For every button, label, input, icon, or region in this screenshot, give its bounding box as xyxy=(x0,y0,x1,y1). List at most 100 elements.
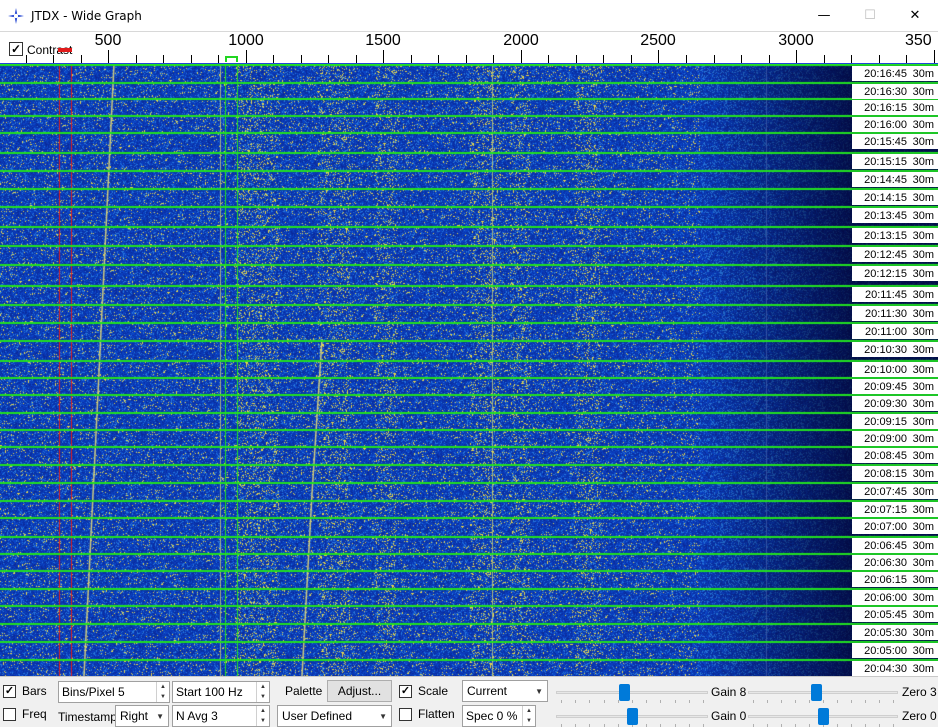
timestamp-row: 20:05:00 30m xyxy=(852,643,938,658)
slider-tick xyxy=(575,700,576,703)
timestamp-combo[interactable]: Right ▼ xyxy=(115,705,169,727)
slider-thumb[interactable] xyxy=(811,684,822,701)
slider-tick xyxy=(561,700,562,703)
contrast-checkbox[interactable]: ✓ xyxy=(9,42,23,56)
waterfall-canvas[interactable] xyxy=(0,64,938,676)
major-tick xyxy=(521,50,522,63)
minor-tick xyxy=(163,55,164,63)
timestamp-row: 20:16:45 30m xyxy=(852,66,938,81)
freq-checkbox[interactable] xyxy=(3,707,16,721)
slider-tick xyxy=(851,700,852,703)
timestamp-band: 30m xyxy=(912,135,934,148)
freq-toggle[interactable]: Freq xyxy=(3,707,47,721)
zero-top-slider[interactable] xyxy=(748,682,898,703)
timestamp-band: 30m xyxy=(912,267,934,280)
timestamp-row: 20:06:30 30m xyxy=(852,555,938,570)
minimize-button[interactable]: — xyxy=(801,0,847,31)
spin-arrows-icon[interactable]: ▲ ▼ xyxy=(156,682,169,702)
start-hz-spinbox[interactable]: Start 100 Hz ▲ ▼ xyxy=(172,681,270,703)
timestamp-band: 30m xyxy=(912,449,934,462)
minor-tick xyxy=(328,55,329,63)
rx-frequency-marker[interactable] xyxy=(225,56,238,62)
timestamp-band: 30m xyxy=(912,539,934,552)
gain-top-slider[interactable] xyxy=(556,682,708,703)
timestamp-band: 30m xyxy=(912,573,934,586)
slider-track[interactable] xyxy=(748,691,898,694)
timestamp-time: 20:11:30 xyxy=(864,307,907,320)
close-icon: ✕ xyxy=(909,8,921,23)
timestamp-row: 20:12:15 30m xyxy=(852,266,938,281)
chevron-down-icon: ▼ xyxy=(379,712,387,721)
scale-tick-label: 3000 xyxy=(778,32,814,49)
timestamp-time: 20:11:45 xyxy=(864,288,907,301)
timestamp-row: 20:14:45 30m xyxy=(852,172,938,187)
zero-bottom-slider[interactable] xyxy=(748,706,898,727)
timestamp-value: Right xyxy=(120,709,149,723)
slider-thumb[interactable] xyxy=(619,684,630,701)
spin-arrows-icon[interactable]: ▲ ▼ xyxy=(256,682,269,702)
timestamp-band: 30m xyxy=(912,556,934,569)
timestamp-time: 20:09:45 xyxy=(864,380,907,393)
spin-arrows-icon[interactable]: ▲ ▼ xyxy=(256,706,269,726)
timestamp-time: 20:08:15 xyxy=(864,467,907,480)
scale-toggle[interactable]: ✓ Scale xyxy=(399,684,448,698)
timestamp-row: 20:16:00 30m xyxy=(852,117,938,132)
timestamp-row: 20:16:15 30m xyxy=(852,100,938,115)
scale-label: Scale xyxy=(418,684,449,698)
bars-toggle[interactable]: ✓ Bars xyxy=(3,684,47,698)
spectrum-mode-combo[interactable]: Current ▼ xyxy=(462,680,548,702)
timestamp-row: 20:13:15 30m xyxy=(852,228,938,243)
spec-percent-spinbox[interactable]: Spec 0 % ▲ ▼ xyxy=(462,705,536,727)
timestamp-time: 20:14:15 xyxy=(864,191,907,204)
timestamp-time: 20:06:30 xyxy=(864,556,907,569)
palette-combo[interactable]: User Defined ▼ xyxy=(277,705,392,727)
bars-checkbox[interactable]: ✓ xyxy=(3,684,16,698)
major-tick xyxy=(383,50,384,63)
close-button[interactable]: ✕ xyxy=(892,0,938,31)
palette-value: User Defined xyxy=(282,709,353,723)
bins-per-pixel-spinbox[interactable]: Bins/Pixel 5 ▲ ▼ xyxy=(58,681,170,703)
major-tick xyxy=(108,50,109,63)
gain-bottom-label: Gain 0 xyxy=(711,709,747,723)
timestamp-time: 20:11:00 xyxy=(864,325,907,338)
slider-tick xyxy=(865,700,866,703)
slider-tick xyxy=(589,700,590,703)
flatten-toggle[interactable]: Flatten xyxy=(399,707,455,721)
control-panel: ✓ Bars Freq Bins/Pixel 5 ▲ ▼ Start 100 Hz… xyxy=(0,676,938,727)
timestamp-row: 20:07:45 30m xyxy=(852,484,938,499)
timestamp-row: 20:10:30 30m xyxy=(852,342,938,357)
timestamp-time: 20:15:15 xyxy=(864,155,907,168)
slider-tick xyxy=(767,700,768,703)
slider-track[interactable] xyxy=(556,691,708,694)
flatten-label: Flatten xyxy=(418,707,455,721)
timestamp-row: 20:15:15 30m xyxy=(852,154,938,169)
waterfall-display[interactable]: 20:16:45 30m 20:16:30 30m 20:16:15 30m 20:16:0… xyxy=(0,64,938,676)
timestamp-time: 20:09:00 xyxy=(864,432,907,445)
flatten-checkbox[interactable] xyxy=(399,707,412,721)
timestamp-band: 30m xyxy=(912,644,934,657)
scale-tick-label: 1500 xyxy=(365,32,401,49)
gain-bottom-slider[interactable] xyxy=(556,706,708,727)
timestamp-band: 30m xyxy=(912,432,934,445)
navg-spinbox[interactable]: N Avg 3 ▲ ▼ xyxy=(172,705,270,727)
scale-checkbox[interactable]: ✓ xyxy=(399,684,412,698)
frequency-scale[interactable]: 500 1000 1500 2000 2500 3000 350 ✓ Contrast xyxy=(0,31,938,65)
maximize-button[interactable]: ☐ xyxy=(847,0,893,31)
zero-top-label: Zero 3 xyxy=(902,685,937,699)
gain-top-label: Gain 8 xyxy=(711,685,747,699)
slider-thumb[interactable] xyxy=(627,708,638,725)
start-hz-value: Start 100 Hz xyxy=(176,685,243,699)
minor-tick xyxy=(493,55,494,63)
timestamp-band: 30m xyxy=(912,591,934,604)
slider-tick xyxy=(703,700,704,703)
timestamp-band: 30m xyxy=(912,415,934,428)
slider-thumb[interactable] xyxy=(818,708,829,725)
spec-percent-value: Spec 0 % xyxy=(466,709,518,723)
timestamp-time: 20:07:45 xyxy=(864,485,907,498)
timestamp-time: 20:06:15 xyxy=(864,573,907,586)
slider-tick xyxy=(753,700,754,703)
tx-frequency-marker[interactable] xyxy=(58,48,72,52)
adjust-palette-button[interactable]: Adjust... xyxy=(327,680,392,702)
slider-tick xyxy=(660,700,661,703)
spin-arrows-icon[interactable]: ▲ ▼ xyxy=(522,706,535,726)
